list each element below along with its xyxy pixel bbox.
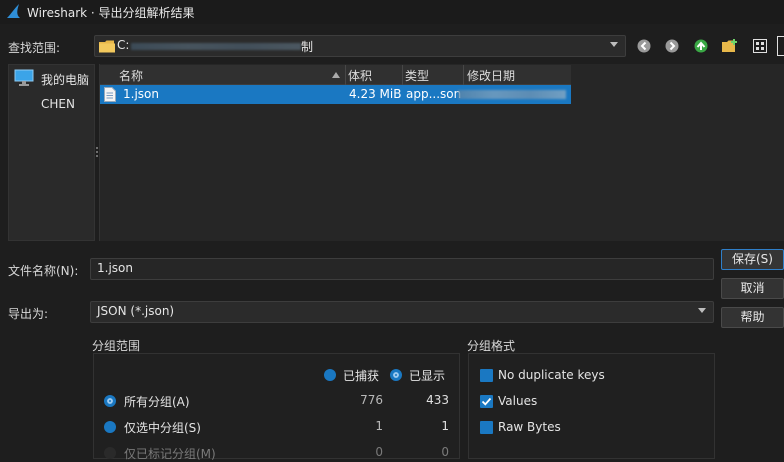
file-list-header: 名称 体积 类型 修改日期	[100, 65, 571, 85]
save-button[interactable]: 保存(S)	[721, 249, 784, 270]
selected-displayed-count: 1	[441, 419, 449, 433]
raw-bytes-checkbox[interactable]	[480, 421, 493, 434]
captured-radio[interactable]	[324, 369, 336, 381]
arrow-up-icon	[694, 39, 708, 53]
back-button[interactable]	[634, 36, 654, 56]
sidebar-item-chen[interactable]: CHEN	[41, 97, 75, 111]
sidebar-item-label: 我的电脑	[41, 73, 90, 87]
wireshark-fin-icon	[7, 4, 20, 18]
column-type[interactable]: 类型	[405, 67, 429, 84]
file-row[interactable]: 1.json 4.23 MiB app...son	[100, 85, 571, 104]
look-in-path: C:	[117, 38, 130, 52]
detail-view-button[interactable]	[777, 36, 784, 56]
all-packets-radio[interactable]	[104, 395, 116, 407]
filename-input[interactable]: 1.json	[90, 258, 714, 280]
export-as-label: 导出为:	[8, 307, 49, 321]
chevron-down-icon[interactable]	[610, 42, 618, 47]
file-icon	[104, 87, 116, 102]
arrow-right-icon	[665, 39, 679, 53]
monitor-icon	[14, 69, 34, 86]
values-label: Values	[498, 394, 538, 408]
folder-icon	[99, 40, 115, 53]
raw-bytes-label: Raw Bytes	[498, 420, 561, 434]
arrow-left-icon	[637, 39, 651, 53]
redacted-date	[458, 90, 566, 99]
all-captured-count: 776	[360, 393, 383, 407]
all-displayed-count: 433	[426, 393, 449, 407]
selected-packets-label: 仅选中分组(S)	[124, 421, 201, 435]
column-name[interactable]: 名称	[119, 67, 143, 84]
column-modified[interactable]: 修改日期	[467, 67, 515, 84]
selected-captured-count: 1	[375, 419, 383, 433]
list-view-button[interactable]	[750, 36, 770, 56]
packet-format-title: 分组格式	[467, 339, 516, 353]
forward-button[interactable]	[662, 36, 682, 56]
marked-packets-radio[interactable]	[104, 447, 116, 459]
sidebar	[8, 64, 95, 241]
export-as-value: JSON (*.json)	[97, 304, 175, 318]
marked-packets-label: 仅已标记分组(M)	[124, 447, 216, 461]
window-title: Wireshark · 导出分组解析结果	[27, 6, 195, 20]
file-type: app...son	[406, 87, 462, 101]
new-folder-button[interactable]	[720, 36, 740, 56]
look-in-path-tail: 制	[301, 40, 314, 54]
sort-asc-icon	[332, 72, 340, 78]
grid-view-icon	[753, 39, 767, 53]
filename-value: 1.json	[97, 261, 133, 275]
sidebar-item-my-computer[interactable]: 我的电脑	[14, 69, 94, 87]
look-in-label: 查找范围:	[8, 41, 61, 55]
captured-label: 已捕获	[343, 369, 380, 383]
column-size[interactable]: 体积	[348, 67, 372, 84]
all-packets-label: 所有分组(A)	[124, 395, 190, 409]
values-checkbox[interactable]	[480, 395, 493, 408]
cancel-button[interactable]: 取消	[721, 278, 784, 299]
marked-displayed-count: 0	[441, 445, 449, 459]
no-duplicate-keys-checkbox[interactable]	[480, 369, 493, 382]
displayed-label: 已显示	[409, 369, 446, 383]
chevron-down-icon	[698, 308, 706, 313]
packet-range-title: 分组范围	[92, 339, 141, 353]
redacted-path	[131, 43, 301, 50]
filename-label: 文件名称(N):	[8, 264, 79, 278]
parent-dir-button[interactable]	[691, 36, 711, 56]
marked-captured-count: 0	[375, 445, 383, 459]
checkmark-icon	[481, 397, 492, 406]
no-duplicate-keys-label: No duplicate keys	[498, 368, 605, 382]
look-in-combo[interactable]: C: 制	[94, 35, 626, 57]
export-as-select[interactable]: JSON (*.json)	[90, 301, 714, 323]
help-button[interactable]: 帮助	[721, 307, 784, 328]
file-size: 4.23 MiB	[349, 87, 402, 101]
displayed-radio[interactable]	[390, 369, 402, 381]
file-name: 1.json	[123, 87, 159, 101]
selected-packets-radio[interactable]	[104, 421, 116, 433]
new-folder-icon	[722, 39, 737, 52]
